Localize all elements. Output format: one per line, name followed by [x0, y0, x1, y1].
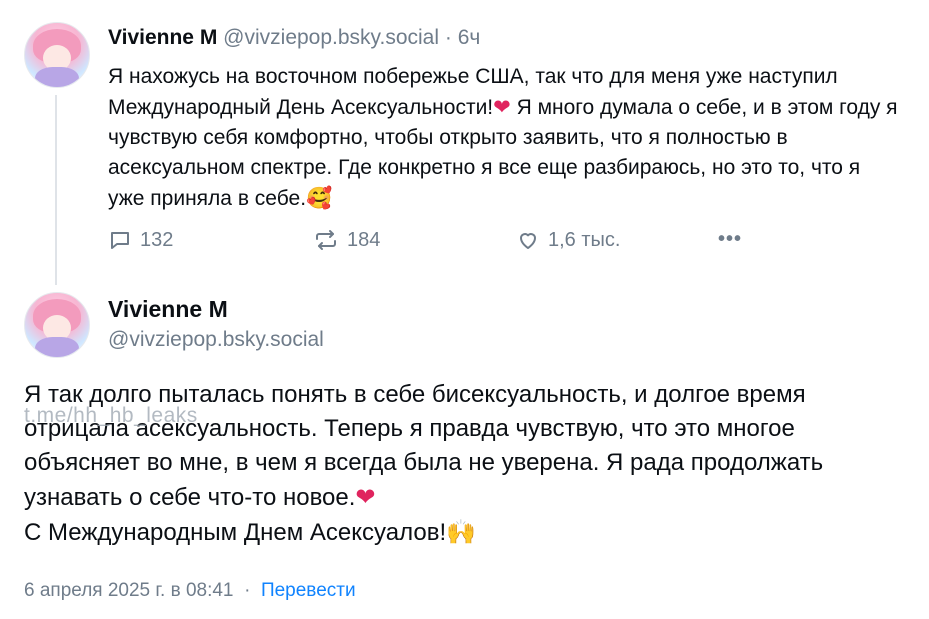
post-actions: 132 184 1,6 тыс. ••• — [108, 228, 758, 258]
reply-button[interactable]: 132 — [108, 228, 173, 252]
post-footer: 6 апреля 2025 г. в 08:41 · Перевести — [24, 580, 356, 602]
post-text-part2: С Международным Днем Асексуалов! — [24, 519, 447, 546]
repost-arrows-icon — [313, 228, 339, 252]
author-name[interactable]: Vivienne M — [108, 296, 228, 323]
more-options-button[interactable]: ••• — [718, 228, 742, 251]
post-time[interactable]: 6ч — [458, 26, 481, 49]
reply-count: 132 — [140, 228, 174, 251]
translate-link[interactable]: Перевести — [261, 580, 356, 601]
post-text-part1: Я так долго пыталась понять в себе бисек… — [24, 381, 824, 511]
author-handle[interactable]: @vivziepop.bsky.social — [108, 328, 324, 352]
heart-emoji: ❤ — [493, 95, 511, 119]
repost-button[interactable]: 184 — [313, 228, 380, 252]
like-count: 1,6 тыс. — [548, 228, 621, 251]
avatar[interactable] — [24, 292, 90, 358]
post-header: Vivienne M @vivziepop.bsky.social · 6ч — [108, 26, 480, 50]
smiling-face-with-hearts-emoji: 🥰 — [306, 186, 333, 210]
separator-dot: · — [444, 26, 452, 49]
post-text: Я нахожусь на восточном побережье США, т… — [108, 62, 898, 214]
reply-bubble-icon — [108, 228, 132, 252]
repost-count: 184 — [347, 228, 381, 251]
avatar[interactable] — [24, 22, 90, 88]
heart-outline-icon — [516, 228, 540, 252]
author-handle[interactable]: @vivziepop.bsky.social — [223, 26, 439, 49]
more-dots-icon: ••• — [718, 228, 743, 250]
separator-dot: · — [244, 580, 251, 601]
post-text: Я так долго пыталась понять в себе бисек… — [24, 378, 914, 550]
post-date: 6 апреля 2025 г. в 08:41 — [24, 580, 234, 601]
avatar-body — [35, 67, 79, 87]
raising-hands-emoji: 🙌 — [446, 518, 476, 546]
like-button[interactable]: 1,6 тыс. — [516, 228, 620, 252]
thread-line — [55, 95, 57, 285]
heart-emoji: ❤ — [355, 483, 376, 511]
author-name[interactable]: Vivienne M — [108, 26, 217, 49]
avatar-body — [35, 337, 79, 357]
